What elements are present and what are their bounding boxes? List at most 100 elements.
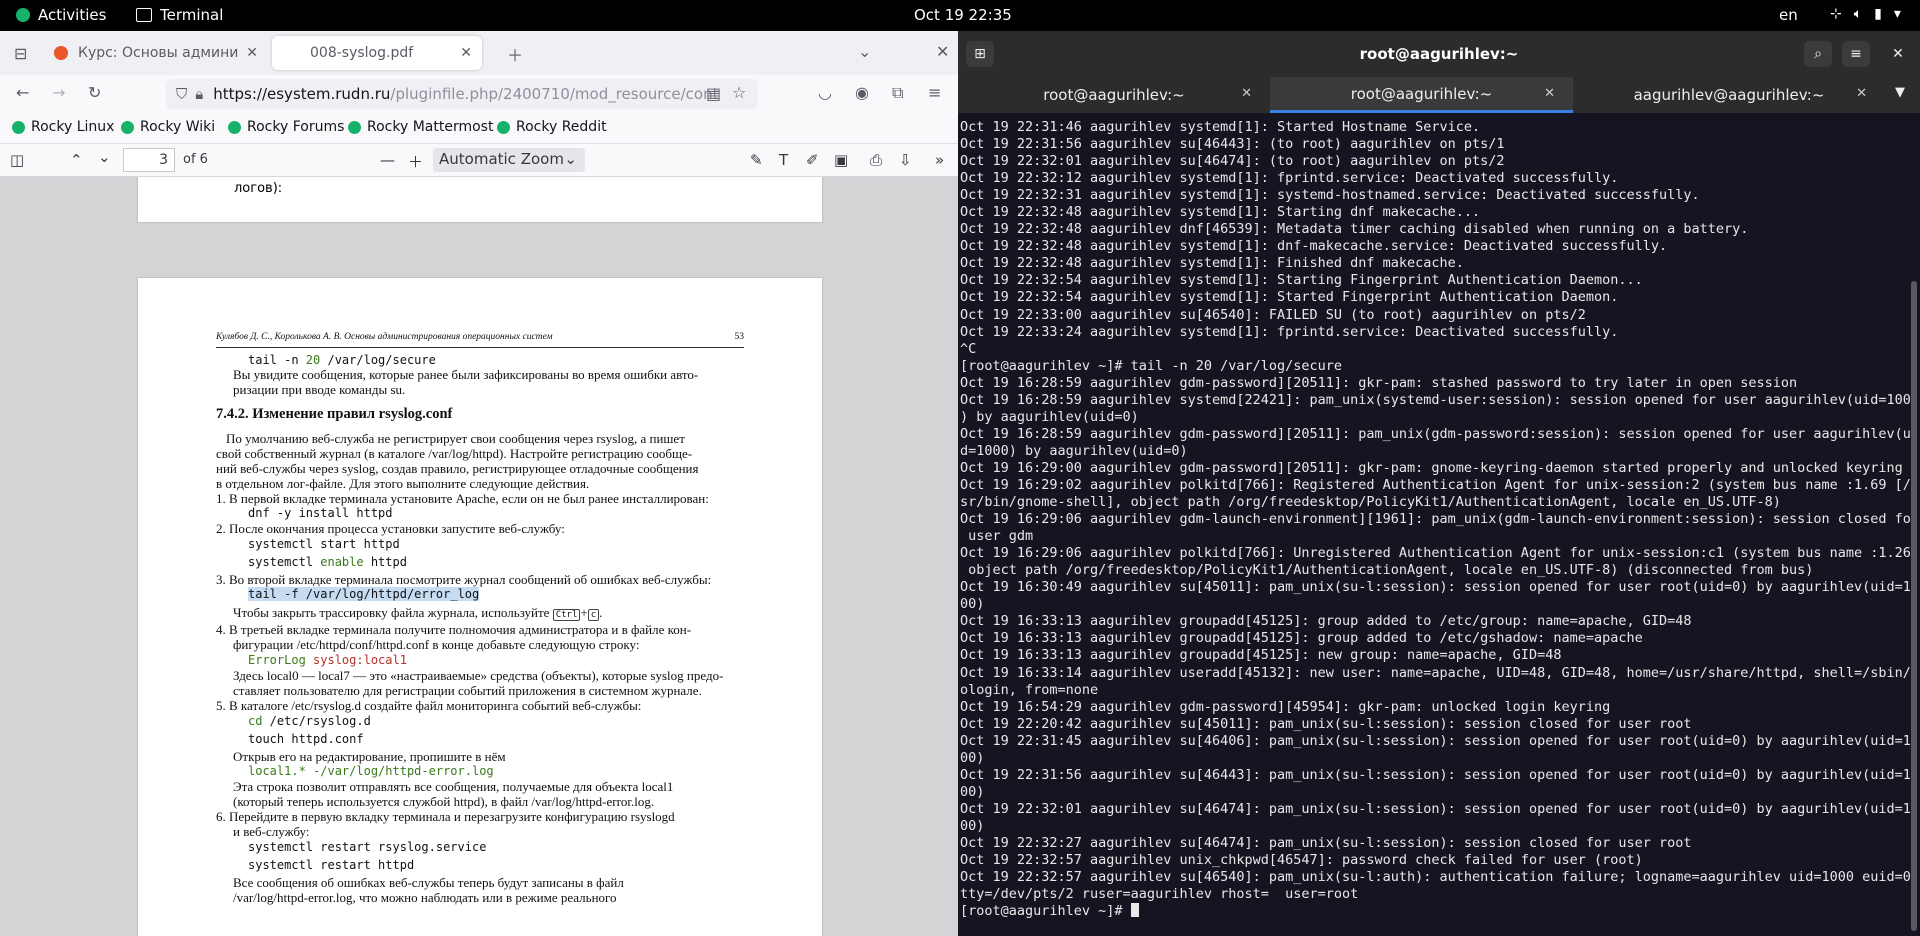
close-tab-icon[interactable]: ✕ <box>1241 86 1252 101</box>
system-tray[interactable]: ⊹ 🔈︎ ▮ ▾ <box>1830 6 1901 22</box>
terminal-tab-2[interactable]: root@aagurihlev:~ ✕ <box>1270 77 1573 113</box>
new-tab-icon[interactable]: ＋ <box>507 42 523 66</box>
terminal-line: Oct 19 22:32:48 aagurihlev systemd[1]: S… <box>960 204 1481 221</box>
print-icon[interactable]: ⎙ <box>870 151 882 169</box>
bookmark-label: Rocky Wiki <box>140 119 216 135</box>
step-6: 6. Перейдите в первую вкладку терминала … <box>216 809 675 824</box>
step-1: 1. В первой вкладке терминала установите… <box>216 491 709 506</box>
paragraph-line: Вы увидите сообщения, которые ранее были… <box>233 367 699 382</box>
zoom-select[interactable]: Automatic Zoom ⌄ <box>433 148 585 172</box>
account-icon[interactable]: ◉ <box>855 83 869 102</box>
sidebar-toggle-icon[interactable]: ◫ <box>10 151 24 169</box>
previous-page-icon[interactable]: ⌃ <box>70 151 83 169</box>
menu-button[interactable]: ≡ <box>1842 41 1870 67</box>
terminal-line: Oct 19 22:31:56 aagurihlev su[46443]: (t… <box>960 136 1505 153</box>
code-keyword: ErrorLog <box>248 653 314 667</box>
back-icon[interactable]: ← <box>16 83 29 102</box>
terminal-line: sr/bin/gnome-shell], object path /org/fr… <box>960 494 1781 511</box>
bookmark-rocky-reddit[interactable]: Rocky Reddit <box>497 119 607 135</box>
clock[interactable]: Oct 19 22:35 <box>914 6 1012 24</box>
close-tab-icon[interactable]: ✕ <box>246 45 258 61</box>
close-window-button[interactable]: ✕ <box>1884 41 1912 67</box>
bookmark-label: Rocky Linux <box>31 119 115 135</box>
app-menu-icon[interactable]: ≡ <box>928 83 941 102</box>
bookmark-rocky-wiki[interactable]: Rocky Wiki <box>121 119 215 135</box>
prev-page-text: логов): <box>234 181 283 196</box>
tab-pdf[interactable]: 008-syslog.pdf ✕ <box>272 36 482 70</box>
close-tab-icon[interactable]: ✕ <box>460 45 472 61</box>
extensions-icon[interactable]: ⧉ <box>892 83 903 103</box>
tab-label: 008-syslog.pdf <box>310 45 414 61</box>
terminal-tab-3[interactable]: aagurihlev@aagurihlev:~ ✕ <box>1573 77 1885 113</box>
forward-icon[interactable]: → <box>52 83 65 102</box>
image-tool-icon[interactable]: ▣ <box>834 151 848 169</box>
draw-icon[interactable]: ✐ <box>806 151 819 169</box>
terminal-headerbar: ⊞ root@aagurihlev:~ ⌕ ≡ ✕ <box>958 31 1920 77</box>
close-tab-icon[interactable]: ✕ <box>1544 86 1555 101</box>
terminal-line: Oct 19 16:33:13 aagurihlev groupadd[4512… <box>960 613 1692 630</box>
more-tools-icon[interactable]: » <box>935 151 944 169</box>
code-text: 20 <box>305 353 321 367</box>
code-line: systemctl enable httpd <box>248 555 407 570</box>
key-ctrl: Ctrl <box>552 609 581 621</box>
terminal-line: [root@aagurihlev ~]# <box>960 903 1916 920</box>
zoom-out-icon[interactable]: — <box>380 151 395 169</box>
tab-overview-icon[interactable]: ⊟ <box>14 44 27 63</box>
step-2: 2. После окончания процесса установки за… <box>216 521 565 536</box>
reload-icon[interactable]: ↻ <box>88 83 101 102</box>
close-window-icon[interactable]: ✕ <box>936 42 949 61</box>
app-menu-terminal[interactable]: Terminal <box>136 6 223 24</box>
zoom-in-icon[interactable]: ＋ <box>408 151 423 172</box>
code-line: systemctl start httpd <box>248 537 400 551</box>
terminal-line: Oct 19 16:28:59 aagurihlev gdm-password]… <box>960 425 1916 442</box>
page-number-input[interactable]: 3 <box>123 148 175 172</box>
bookmark-rocky-forums[interactable]: Rocky Forums <box>228 119 344 135</box>
running-head: Кулябов Д. С., Королькова А. В. Основы а… <box>216 330 744 348</box>
code-text: systemctl <box>248 555 321 569</box>
terminal-line: d=1000) by aagurihlev(uid=0) <box>960 442 1188 459</box>
code-line: dnf -y install httpd <box>248 506 393 520</box>
terminal-tab-1[interactable]: root@aagurihlev:~ ✕ <box>958 77 1270 113</box>
close-tab-icon[interactable]: ✕ <box>1856 86 1867 101</box>
code-line: cd /etc/rsyslog.d <box>248 714 371 729</box>
reader-view-icon[interactable]: ▤ <box>706 84 721 103</box>
url-domain: https://esystem.rudn.ru <box>213 85 391 103</box>
terminal-line: Oct 19 16:33:13 aagurihlev groupadd[4512… <box>960 647 1562 664</box>
keyboard-layout-indicator[interactable]: en <box>1779 6 1798 24</box>
terminal-line: user gdm <box>960 528 1034 545</box>
paragraph-line: свой собственный журнал (в каталоге /var… <box>216 446 693 461</box>
next-page-icon[interactable]: ⌄ <box>98 148 111 166</box>
terminal-window: ⊞ root@aagurihlev:~ ⌕ ≡ ✕ root@aagurihle… <box>958 31 1920 936</box>
selected-code-text: tail -f /var/log/httpd/error_log <box>248 587 480 601</box>
bookmark-star-icon[interactable]: ☆ <box>732 83 746 102</box>
terminal-line: 00) <box>960 783 985 800</box>
terminal-line: Oct 19 22:33:00 aagurihlev su[46540]: FA… <box>960 306 1586 323</box>
tab-course[interactable]: Курс: Основы администр ✕ <box>44 36 268 70</box>
terminal-line: Oct 19 22:32:48 aagurihlev systemd[1]: F… <box>960 255 1464 272</box>
rocky-icon <box>497 120 510 134</box>
terminal-line: Oct 19 16:29:00 aagurihlev gdm-password]… <box>960 459 1903 476</box>
search-button[interactable]: ⌕ <box>1804 41 1832 67</box>
list-all-tabs-icon[interactable]: ⌄ <box>858 42 871 61</box>
firefox-window: ⊟ Курс: Основы администр ✕ 008-syslog.pd… <box>0 31 958 936</box>
tracking-shield-icon[interactable]: ⛉ <box>176 85 187 103</box>
bookmark-rocky-linux[interactable]: Rocky Linux <box>12 119 114 135</box>
terminal-scrollbar[interactable] <box>1911 281 1917 931</box>
url-bar[interactable]: ⛉ 🔒︎ https://esystem.rudn.ru/pluginfile.… <box>166 79 758 109</box>
terminal-output[interactable]: Oct 19 22:31:46 aagurihlev systemd[1]: S… <box>960 119 1916 920</box>
code-line: touch httpd.conf <box>248 732 364 746</box>
highlight-icon[interactable]: ✎ <box>750 151 763 169</box>
bookmark-rocky-mattermost[interactable]: Rocky Mattermost <box>348 119 493 135</box>
code-line: systemctl restart rsyslog.service <box>248 840 487 854</box>
code-line: tail -f /var/log/httpd/error_log <box>248 587 480 602</box>
lock-icon[interactable]: 🔒︎ <box>195 85 203 103</box>
tab-list-dropdown-icon[interactable]: ▼ <box>1895 85 1905 100</box>
activities-button[interactable]: Activities <box>16 6 106 24</box>
bookmark-label: Rocky Forums <box>247 119 345 135</box>
save-icon[interactable]: ⇩ <box>899 151 912 169</box>
pdf-viewer[interactable]: логов): Кулябов Д. С., Королькова А. В. … <box>0 177 958 936</box>
section-heading: 7.4.2. Изменение правил rsyslog.conf <box>216 406 453 422</box>
text-tool-icon[interactable]: T <box>779 151 788 169</box>
pocket-icon[interactable]: ◡ <box>818 83 832 102</box>
tab-label: root@aagurihlev:~ <box>1043 86 1185 104</box>
